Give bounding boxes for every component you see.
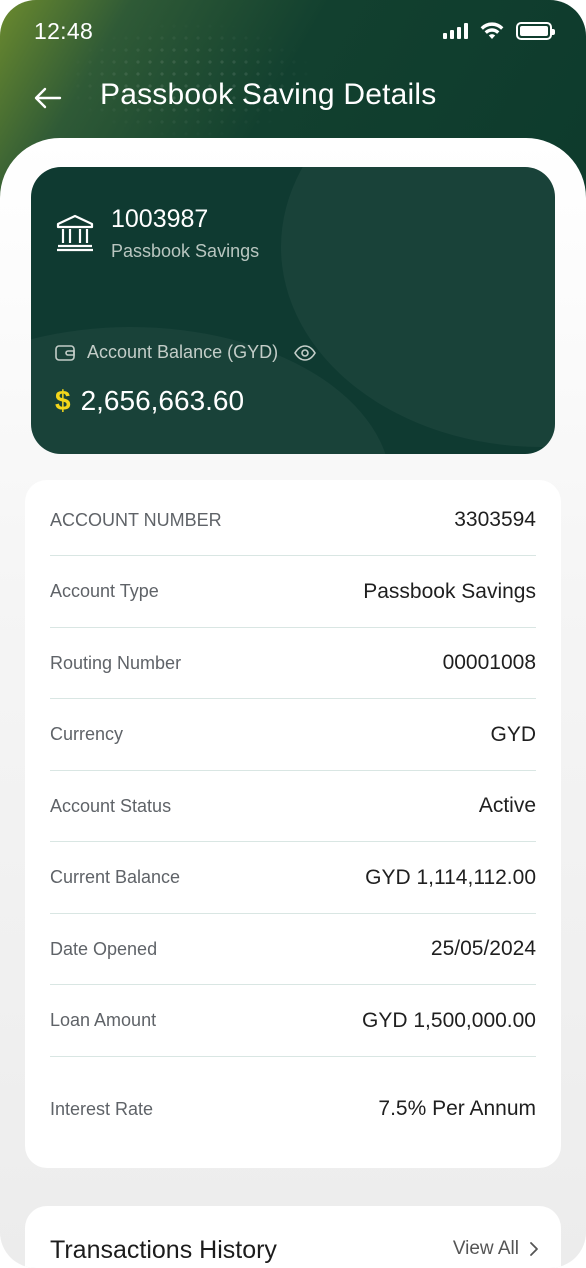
- battery-icon: [516, 22, 555, 40]
- detail-row-account-status: Account Status Active: [50, 771, 536, 842]
- account-card[interactable]: 1003987 Passbook Savings Account Balance…: [31, 167, 555, 454]
- balance-label: Account Balance (GYD): [87, 342, 279, 362]
- balance-amount: 2,656,663.60: [80, 385, 245, 416]
- signal-icon: [443, 23, 468, 39]
- detail-label: Account Type: [50, 581, 159, 601]
- detail-value: 3303594: [454, 508, 536, 531]
- detail-value: GYD 1,500,000.00: [362, 1008, 536, 1032]
- status-icons: [443, 22, 555, 40]
- account-details-card: ACCOUNT NUMBER 3303594 Account Type Pass…: [25, 480, 561, 1168]
- detail-value: GYD: [490, 722, 536, 746]
- transactions-title: Transactions History: [50, 1236, 277, 1264]
- page-title: Passbook Saving Details: [100, 78, 437, 111]
- bank-icon: [56, 214, 94, 252]
- detail-row-interest-rate: Interest Rate 7.5% Per Annum: [50, 1057, 536, 1161]
- detail-value: GYD 1,114,112.00: [365, 865, 536, 889]
- eye-icon[interactable]: [294, 344, 317, 361]
- detail-label: Current Balance: [50, 867, 181, 887]
- wallet-icon: [55, 344, 75, 361]
- detail-label: Loan Amount: [50, 1010, 157, 1030]
- detail-value: 25/05/2024: [430, 937, 536, 960]
- status-time: 12:48: [34, 18, 94, 44]
- detail-label: ACCOUNT NUMBER: [50, 509, 222, 530]
- balance-row: $ 2,656,663.60: [55, 385, 244, 417]
- detail-label: Account Status: [50, 795, 172, 816]
- detail-value: Active: [478, 794, 536, 817]
- detail-value: 7.5% Per Annum: [378, 1097, 536, 1120]
- back-button[interactable]: [30, 80, 66, 116]
- wifi-icon: [480, 22, 504, 39]
- detail-value: Passbook Savings: [363, 579, 536, 603]
- detail-label: Routing Number: [50, 652, 182, 673]
- detail-row-currency: Currency GYD: [50, 699, 536, 771]
- detail-label: Date Opened: [50, 938, 158, 959]
- detail-row-account-number: ACCOUNT NUMBER 3303594: [50, 485, 536, 556]
- detail-row-current-balance: Current Balance GYD 1,114,112.00: [50, 842, 536, 914]
- currency-symbol: $: [55, 385, 71, 416]
- status-bar: 12:48: [0, 0, 586, 62]
- chevron-right-icon: [530, 1242, 538, 1256]
- account-number: 1003987: [111, 205, 209, 233]
- balance-label-row: Account Balance (GYD): [55, 342, 317, 363]
- detail-value: 00001008: [442, 651, 536, 674]
- arrow-left-icon: [34, 87, 62, 109]
- detail-label: Interest Rate: [50, 1098, 154, 1119]
- detail-row-loan-amount: Loan Amount GYD 1,500,000.00: [50, 985, 536, 1057]
- detail-row-date-opened: Date Opened 25/05/2024: [50, 914, 536, 985]
- detail-row-account-type: Account Type Passbook Savings: [50, 556, 536, 628]
- view-all-label: View All: [452, 1238, 519, 1259]
- detail-row-routing-number: Routing Number 00001008: [50, 628, 536, 699]
- phone-screen: 12:48 Passbook Saving Details 1003987 Pa…: [0, 0, 586, 1268]
- view-all-button[interactable]: View All: [453, 1238, 539, 1260]
- account-type: Passbook Savings: [111, 241, 260, 261]
- detail-label: Currency: [50, 724, 124, 744]
- transactions-card: Transactions History View All: [25, 1206, 561, 1268]
